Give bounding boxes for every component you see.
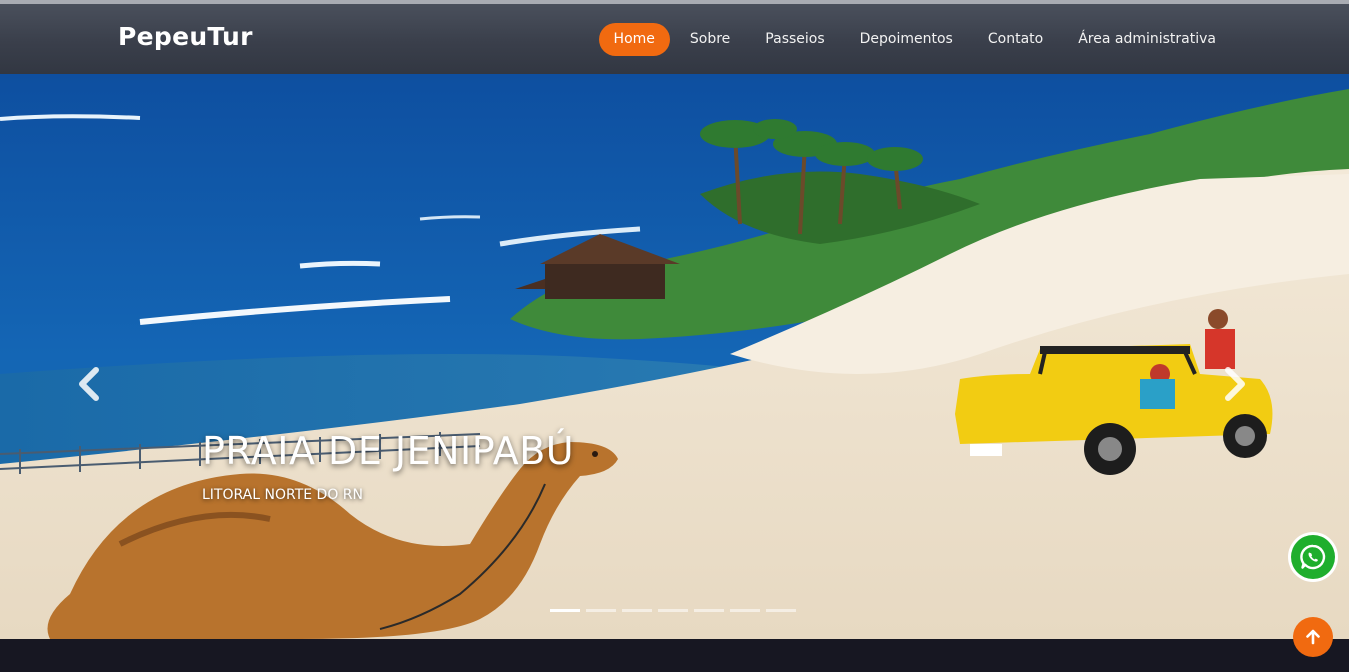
carousel-indicator[interactable] bbox=[766, 609, 796, 612]
brand-logo[interactable]: PepeuTur bbox=[118, 22, 253, 51]
nav-contato[interactable]: Contato bbox=[973, 23, 1058, 56]
carousel-indicator[interactable] bbox=[586, 609, 616, 612]
carousel-indicators bbox=[550, 609, 802, 612]
nav-depoimentos[interactable]: Depoimentos bbox=[845, 23, 968, 56]
carousel-indicator[interactable] bbox=[730, 609, 760, 612]
nav-passeios[interactable]: Passeios bbox=[750, 23, 839, 56]
chevron-left-icon bbox=[79, 367, 99, 401]
carousel-indicator[interactable] bbox=[622, 609, 652, 612]
hero-carousel: PRAIA DE JENIPABÚ LITORAL NORTE DO RN bbox=[0, 74, 1349, 639]
slide-title: PRAIA DE JENIPABÚ bbox=[202, 429, 575, 473]
carousel-indicator[interactable] bbox=[550, 609, 580, 612]
whatsapp-icon bbox=[1300, 544, 1326, 570]
back-to-top-button[interactable] bbox=[1293, 617, 1333, 657]
carousel-prev-button[interactable] bbox=[74, 364, 124, 414]
chevron-right-icon bbox=[1225, 367, 1245, 401]
whatsapp-icon-wrap bbox=[1291, 535, 1335, 579]
slide-caption: PRAIA DE JENIPABÚ LITORAL NORTE DO RN bbox=[202, 429, 574, 503]
arrow-up-icon bbox=[1306, 629, 1320, 645]
nav-sobre[interactable]: Sobre bbox=[675, 23, 745, 56]
slide-image bbox=[0, 74, 1349, 639]
carousel-indicator[interactable] bbox=[658, 609, 688, 612]
navbar: PepeuTur Home Sobre Passeios Depoimentos… bbox=[0, 4, 1349, 74]
page-section-below bbox=[0, 639, 1349, 672]
nav-area-administrativa[interactable]: Área administrativa bbox=[1063, 23, 1231, 56]
carousel-indicator[interactable] bbox=[694, 609, 724, 612]
carousel-next-button[interactable] bbox=[1220, 364, 1270, 414]
nav-home[interactable]: Home bbox=[598, 23, 670, 56]
slide-subtitle: LITORAL NORTE DO RN bbox=[202, 487, 363, 503]
whatsapp-button[interactable] bbox=[1288, 532, 1338, 582]
main-nav: Home Sobre Passeios Depoimentos Contato … bbox=[594, 23, 1231, 56]
